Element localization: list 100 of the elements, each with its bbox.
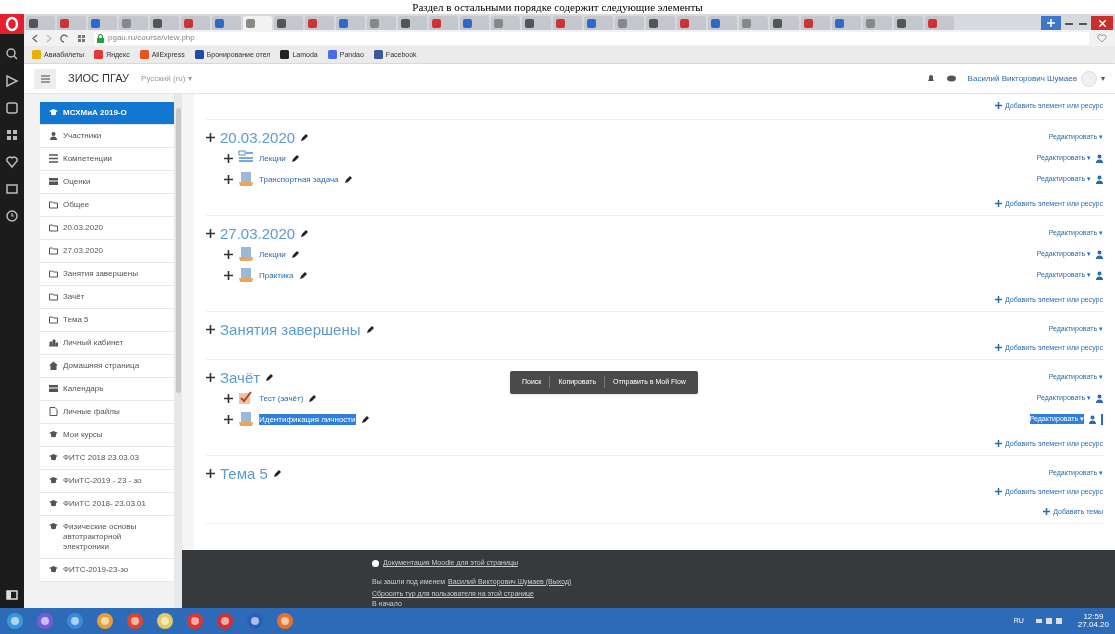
nav-drawer-item[interactable]: Личный кабинет (40, 332, 174, 355)
activity-link[interactable]: Идентификация личности (259, 413, 356, 425)
move-icon[interactable] (224, 249, 233, 259)
browser-tab[interactable] (243, 16, 272, 30)
move-icon[interactable] (224, 174, 233, 184)
move-icon[interactable] (224, 393, 233, 403)
browser-tab[interactable] (57, 16, 86, 30)
nav-drawer-item[interactable]: Личные файлы (40, 401, 174, 424)
app-icon[interactable] (246, 612, 264, 630)
activity-link[interactable]: Лекции (259, 248, 286, 260)
nav-drawer-item[interactable]: 20.03.2020 (40, 217, 174, 240)
pencil-icon[interactable] (265, 373, 275, 382)
nav-drawer-item[interactable]: МСХМиА 2019-О (40, 102, 174, 125)
window-icon[interactable] (5, 182, 19, 196)
panel-icon[interactable] (6, 590, 18, 600)
browser-tab[interactable] (708, 16, 737, 30)
clock-icon[interactable] (5, 209, 19, 223)
pencil-icon[interactable] (360, 414, 370, 424)
nav-drawer-item[interactable]: ФИТС 2018 23.03.03 (40, 447, 174, 470)
nav-drawer-item[interactable]: Зачёт (40, 286, 174, 309)
nav-drawer-item[interactable]: Мои курсы (40, 424, 174, 447)
browser-tab[interactable] (584, 16, 613, 30)
nav-drawer-item[interactable]: Тема 5 (40, 309, 174, 332)
app-icon[interactable] (276, 612, 294, 630)
pencil-icon[interactable] (298, 270, 308, 280)
close-window-button[interactable] (1091, 16, 1113, 30)
search-icon[interactable] (5, 47, 19, 61)
activity-link[interactable]: Практика (259, 269, 294, 281)
app-icon[interactable] (96, 612, 114, 630)
browser-tab[interactable] (460, 16, 489, 30)
user-name[interactable]: Василий Викторович Шумаев (967, 72, 1077, 85)
browser-tab[interactable] (398, 16, 427, 30)
nav-drawer-item[interactable]: Компетенции (40, 148, 174, 171)
camera-icon[interactable] (5, 101, 19, 115)
nav-drawer-item[interactable]: Занятия завершены (40, 263, 174, 286)
nav-drawer-item[interactable]: ФИиТС 2018- 23.03.01 (40, 493, 174, 516)
address-field[interactable]: pgau.ru/course/view.php (94, 31, 1089, 45)
nav-drawer-item[interactable]: Общее (40, 194, 174, 217)
grid-icon[interactable] (77, 33, 86, 43)
activity-link[interactable]: Тест (зачёт) (259, 392, 304, 404)
heart-icon[interactable] (5, 155, 19, 169)
pencil-icon[interactable] (343, 174, 353, 184)
browser-tab[interactable] (770, 16, 799, 30)
nav-drawer-item[interactable]: ФИиТС-2019 - 23 - зо (40, 470, 174, 493)
move-icon[interactable] (206, 133, 215, 142)
taskbar-clock[interactable]: 12:59 27.04.20 (1077, 613, 1109, 629)
app-icon[interactable] (186, 612, 204, 630)
pencil-icon[interactable] (272, 469, 282, 478)
nav-drawer-item[interactable]: Участники (40, 125, 174, 148)
browser-tab[interactable] (646, 16, 675, 30)
browser-tab[interactable] (336, 16, 365, 30)
move-icon[interactable] (224, 270, 233, 280)
app-icon[interactable] (66, 612, 84, 630)
bell-icon[interactable] (926, 74, 935, 83)
browser-tab[interactable] (925, 16, 954, 30)
nav-drawer-item[interactable]: Оценки (40, 171, 174, 194)
nav-drawer-item[interactable]: Календарь (40, 378, 174, 401)
pencil-icon[interactable] (290, 153, 300, 163)
app-icon[interactable] (126, 612, 144, 630)
app-icon[interactable] (216, 612, 234, 630)
nav-drawer-item[interactable]: 27.03.2020 (40, 240, 174, 263)
send-icon[interactable] (5, 74, 19, 88)
user-menu-caret[interactable]: ▾ (1101, 72, 1105, 85)
pencil-icon[interactable] (365, 325, 375, 334)
nav-drawer-item[interactable]: Домашняя страница (40, 355, 174, 378)
move-icon[interactable] (206, 469, 215, 478)
activity-link[interactable]: Лекции (259, 152, 286, 164)
move-icon[interactable] (206, 373, 215, 382)
start-button-icon[interactable] (6, 612, 24, 630)
browser-tab[interactable] (88, 16, 117, 30)
browser-tab[interactable] (553, 16, 582, 30)
browser-tab[interactable] (150, 16, 179, 30)
browser-tab[interactable] (26, 16, 55, 30)
browser-tab[interactable] (212, 16, 241, 30)
pencil-icon[interactable] (290, 249, 300, 259)
grid-icon[interactable] (5, 128, 19, 142)
browser-tab[interactable] (522, 16, 551, 30)
app-icon[interactable] (36, 612, 54, 630)
nav-drawer-item[interactable]: Физические основы автотракторной электроники (40, 516, 174, 559)
pencil-icon[interactable] (308, 393, 318, 403)
browser-tab[interactable] (832, 16, 861, 30)
browser-tab[interactable] (429, 16, 458, 30)
move-icon[interactable] (206, 229, 215, 238)
back-icon[interactable] (32, 33, 38, 43)
reload-icon[interactable] (60, 33, 69, 43)
site-name[interactable]: ЗИОС ПГАУ (68, 70, 130, 87)
browser-tab[interactable] (181, 16, 210, 30)
browser-tab[interactable] (677, 16, 706, 30)
move-icon[interactable] (224, 414, 233, 424)
activity-link[interactable]: Транспортная задача (259, 173, 339, 185)
scrollbar[interactable] (174, 94, 182, 608)
browser-tab[interactable] (894, 16, 923, 30)
browser-tab[interactable] (305, 16, 334, 30)
pencil-icon[interactable] (300, 229, 310, 238)
move-icon[interactable] (206, 325, 215, 334)
browser-tab[interactable] (274, 16, 303, 30)
nav-drawer-item[interactable]: ФИТС-2019-23-зо (40, 559, 174, 582)
browser-tab[interactable] (801, 16, 830, 30)
move-icon[interactable] (224, 153, 233, 163)
folder-icon[interactable] (156, 612, 174, 630)
